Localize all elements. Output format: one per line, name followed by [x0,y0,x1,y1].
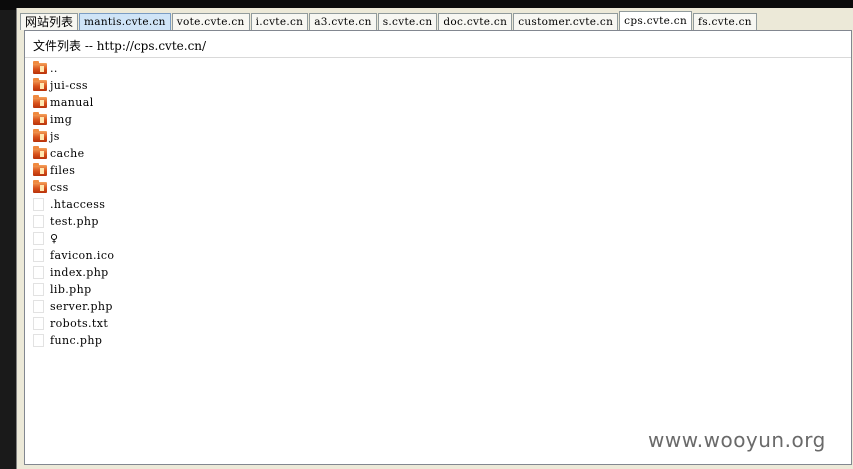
folder-icon [33,112,47,125]
tab-site[interactable]: mantis.cvte.cn [79,13,171,30]
entry-name: .. [50,62,58,75]
tab-site[interactable]: cps.cvte.cn [619,11,693,30]
tab-site[interactable]: s.cvte.cn [377,13,438,30]
file-icon [33,317,44,330]
tab-site[interactable]: a3.cvte.cn [309,13,377,30]
tab-site[interactable]: i.cvte.cn [250,13,309,30]
tab-site[interactable]: vote.cvte.cn [171,13,250,30]
entry-name: func.php [50,334,103,347]
entry-name: jui-css [50,79,88,92]
folder-row[interactable]: css [33,179,114,196]
folder-icon [33,163,47,176]
file-list-header: 文件列表 -- http://cps.cvte.cn/ [25,31,851,58]
file-icon [33,300,44,313]
folder-row[interactable]: jui-css [33,77,114,94]
entry-name: server.php [50,300,113,313]
file-row[interactable]: func.php [33,332,114,349]
entry-name: lib.php [50,283,92,296]
tab-bar: 网站列表 mantis.cvte.cn vote.cvte.cn i.cvte.cn a… [20,11,853,30]
entry-name: ♀ [50,232,59,245]
file-icon [33,283,44,296]
entry-name: img [50,113,73,126]
folder-icon [33,78,47,91]
header-separator: -- [84,39,93,53]
file-icon [33,232,44,245]
entry-name: cache [50,147,85,160]
entry-name: favicon.ico [50,249,115,262]
file-icon [33,215,44,228]
file-row[interactable]: favicon.ico [33,247,114,264]
folder-row[interactable]: img [33,111,114,128]
file-row[interactable]: index.php [33,264,114,281]
entry-name: manual [50,96,94,109]
file-list: .. jui-css manual img js cache files css .htacce… [33,60,114,349]
file-list-title: 文件列表 [33,39,82,53]
file-row[interactable]: server.php [33,298,114,315]
entry-name: robots.txt [50,317,109,330]
folder-icon [33,146,47,159]
file-icon [33,198,44,211]
entry-name: files [50,164,76,177]
folder-icon [33,129,47,142]
folder-icon [33,95,47,108]
folder-row[interactable]: .. [33,60,114,77]
file-row[interactable]: lib.php [33,281,114,298]
file-row[interactable]: .htaccess [33,196,114,213]
folder-icon [33,180,47,193]
folder-row[interactable]: js [33,128,114,145]
folder-row[interactable]: cache [33,145,114,162]
tab-site-list[interactable]: 网站列表 [20,13,79,30]
tab-site[interactable]: customer.cvte.cn [513,13,619,30]
entry-name: .htaccess [50,198,106,211]
current-url: http://cps.cvte.cn/ [96,39,207,53]
tab-site[interactable]: fs.cvte.cn [693,13,757,30]
file-row[interactable]: test.php [33,213,114,230]
entry-name: test.php [50,215,99,228]
folder-row[interactable]: manual [33,94,114,111]
file-list-panel: 文件列表 -- http://cps.cvte.cn/ .. jui-css man… [24,30,852,465]
watermark-text: www.wooyun.org [648,428,826,452]
folder-icon [33,61,47,74]
tab-site[interactable]: doc.cvte.cn [438,13,513,30]
app-window: 网站列表 mantis.cvte.cn vote.cvte.cn i.cvte.cn a… [16,8,853,469]
file-row[interactable]: robots.txt [33,315,114,332]
folder-row[interactable]: files [33,162,114,179]
file-row[interactable]: ♀ [33,230,114,247]
file-icon [33,334,44,347]
entry-name: js [50,130,60,143]
entry-name: index.php [50,266,109,279]
file-icon [33,249,44,262]
file-icon [33,266,44,279]
entry-name: css [50,181,69,194]
